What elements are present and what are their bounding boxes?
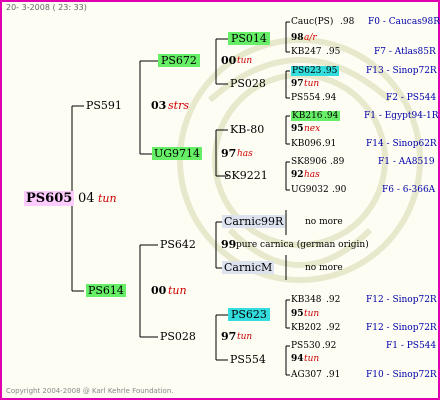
g2-ps642-year: 99 — [221, 238, 237, 251]
g4-kb348-year: .92 — [326, 295, 341, 305]
g4-kb096-source: F14 - Sinop62R — [366, 139, 437, 149]
g2-ps028-year: 97 — [221, 330, 237, 343]
g4-ps623-source: F13 - Sinop72R — [366, 66, 437, 76]
g4-ps530-id[interactable]: PS530 — [291, 341, 320, 351]
g4-kb202-id[interactable]: KB202 — [291, 323, 322, 333]
g4-kb216-id[interactable]: KB216 — [291, 111, 324, 121]
g3-sk9221-year: 92 — [291, 170, 304, 180]
g3-carnic99r-note: no more — [305, 217, 343, 227]
g1-ps591-line: strs — [168, 99, 189, 112]
g4-kb348-id[interactable]: KB348 — [291, 295, 322, 305]
g3-sk9221-line: has — [304, 170, 320, 180]
g4-kb247-source: F7 - Atlas85R — [374, 47, 436, 57]
g3-ps014-year: 98 — [291, 33, 304, 43]
g1-ps591[interactable]: PS591 — [86, 99, 122, 112]
g4-kb247-year: .95 — [326, 47, 341, 57]
g2-ps642-line: pure carnica (german origin) — [236, 240, 369, 250]
g4-kb202-year: .92 — [326, 323, 341, 333]
g4-kb216-source: F1 - Egypt94-1R — [364, 111, 439, 121]
g3-ps623-line: tun — [304, 309, 320, 319]
g1-ps591-year: 03 — [151, 99, 167, 112]
g2-ug9714[interactable]: UG9714 — [152, 147, 203, 160]
g4-kb202-source: F12 - Sinop72R — [366, 323, 437, 333]
g3-sk9221[interactable]: SK9221 — [224, 169, 268, 182]
g3-ps554-line: tun — [304, 354, 320, 364]
g2-ug9714-line: has — [237, 149, 253, 159]
g4-ps623-year: .95 — [321, 66, 340, 76]
g3-carnic99r[interactable]: Carnic99R — [222, 215, 286, 228]
g3-ps623[interactable]: PS623 — [228, 308, 270, 321]
root-year: 04 — [78, 191, 95, 206]
g3-ps554-year: 94 — [291, 354, 304, 364]
g4-ps554-id[interactable]: PS554 — [291, 93, 320, 103]
g4-ps530-year: .92 — [322, 341, 337, 351]
g3-carnicm-note: no more — [305, 263, 343, 273]
g4-cauc-year: .98 — [340, 17, 355, 27]
g4-ug9032-year: .90 — [332, 185, 347, 195]
g2-ps028-line: tun — [237, 332, 253, 342]
g4-kb096-id[interactable]: KB096 — [291, 139, 322, 149]
g3-ps028-year: 97 — [291, 79, 304, 89]
g2-ps672-year: 00 — [221, 54, 237, 67]
g2-ps672-line: tun — [237, 56, 253, 66]
g4-sk8906-source: F1 - AA8519 — [378, 157, 435, 167]
g4-ug9032-source: F6 - 6-366A — [382, 185, 436, 195]
g4-kb247-id[interactable]: KB247 — [291, 47, 322, 57]
g2-ps028[interactable]: PS028 — [160, 330, 196, 343]
g3-carnicm[interactable]: CarnicM — [222, 261, 275, 274]
g1-ps614[interactable]: PS614 — [86, 284, 126, 297]
g4-sk8906-id[interactable]: SK8906 — [291, 157, 327, 167]
g4-sk8906-year: .89 — [330, 157, 345, 167]
g3-ps028[interactable]: PS028 — [230, 77, 266, 90]
g4-kb096-year: .91 — [322, 139, 337, 149]
g4-ps623-id[interactable]: PS623 — [291, 66, 323, 76]
g4-ps554-year: .94 — [322, 93, 337, 103]
g3-ps623-year: 95 — [291, 309, 304, 319]
copyright-footer: Copyright 2004-2008 @ Karl Kehrle Founda… — [6, 387, 174, 395]
g4-ug9032-id[interactable]: UG9032 — [291, 185, 329, 195]
g4-kb348-source: F12 - Sinop72R — [366, 295, 437, 305]
g2-ps672[interactable]: PS672 — [158, 54, 200, 67]
g1-ps614-line: tun — [168, 284, 187, 297]
g1-ps614-year: 00 — [151, 284, 167, 297]
g3-ps554[interactable]: PS554 — [230, 353, 266, 366]
g4-kb216-year: .94 — [322, 111, 341, 121]
g4-ag307-source: F10 - Sinop72R — [366, 370, 437, 380]
g3-ps014[interactable]: PS014 — [228, 32, 270, 45]
g4-ag307-id[interactable]: AG307 — [291, 370, 322, 380]
g2-ug9714-year: 97 — [221, 147, 237, 160]
g4-cauc-id[interactable]: Cauc(PS) — [291, 17, 333, 27]
g4-cauc-source: F0 - Caucas98R — [368, 17, 440, 27]
g4-ps530-source: F1 - PS544 — [386, 341, 437, 351]
g2-ps642[interactable]: PS642 — [160, 238, 196, 251]
g3-kb80-line: nex — [304, 124, 321, 134]
g3-ps014-line: a/r — [304, 33, 317, 43]
g4-ps554-source: F2 - PS544 — [386, 93, 437, 103]
root-bee-id[interactable]: PS605 — [24, 191, 75, 206]
g4-ag307-year: .91 — [326, 370, 341, 380]
g3-kb80[interactable]: KB-80 — [230, 123, 264, 136]
g3-kb80-year: 95 — [291, 124, 304, 134]
root-line: tun — [98, 192, 117, 205]
g3-ps028-line: tun — [304, 79, 320, 89]
